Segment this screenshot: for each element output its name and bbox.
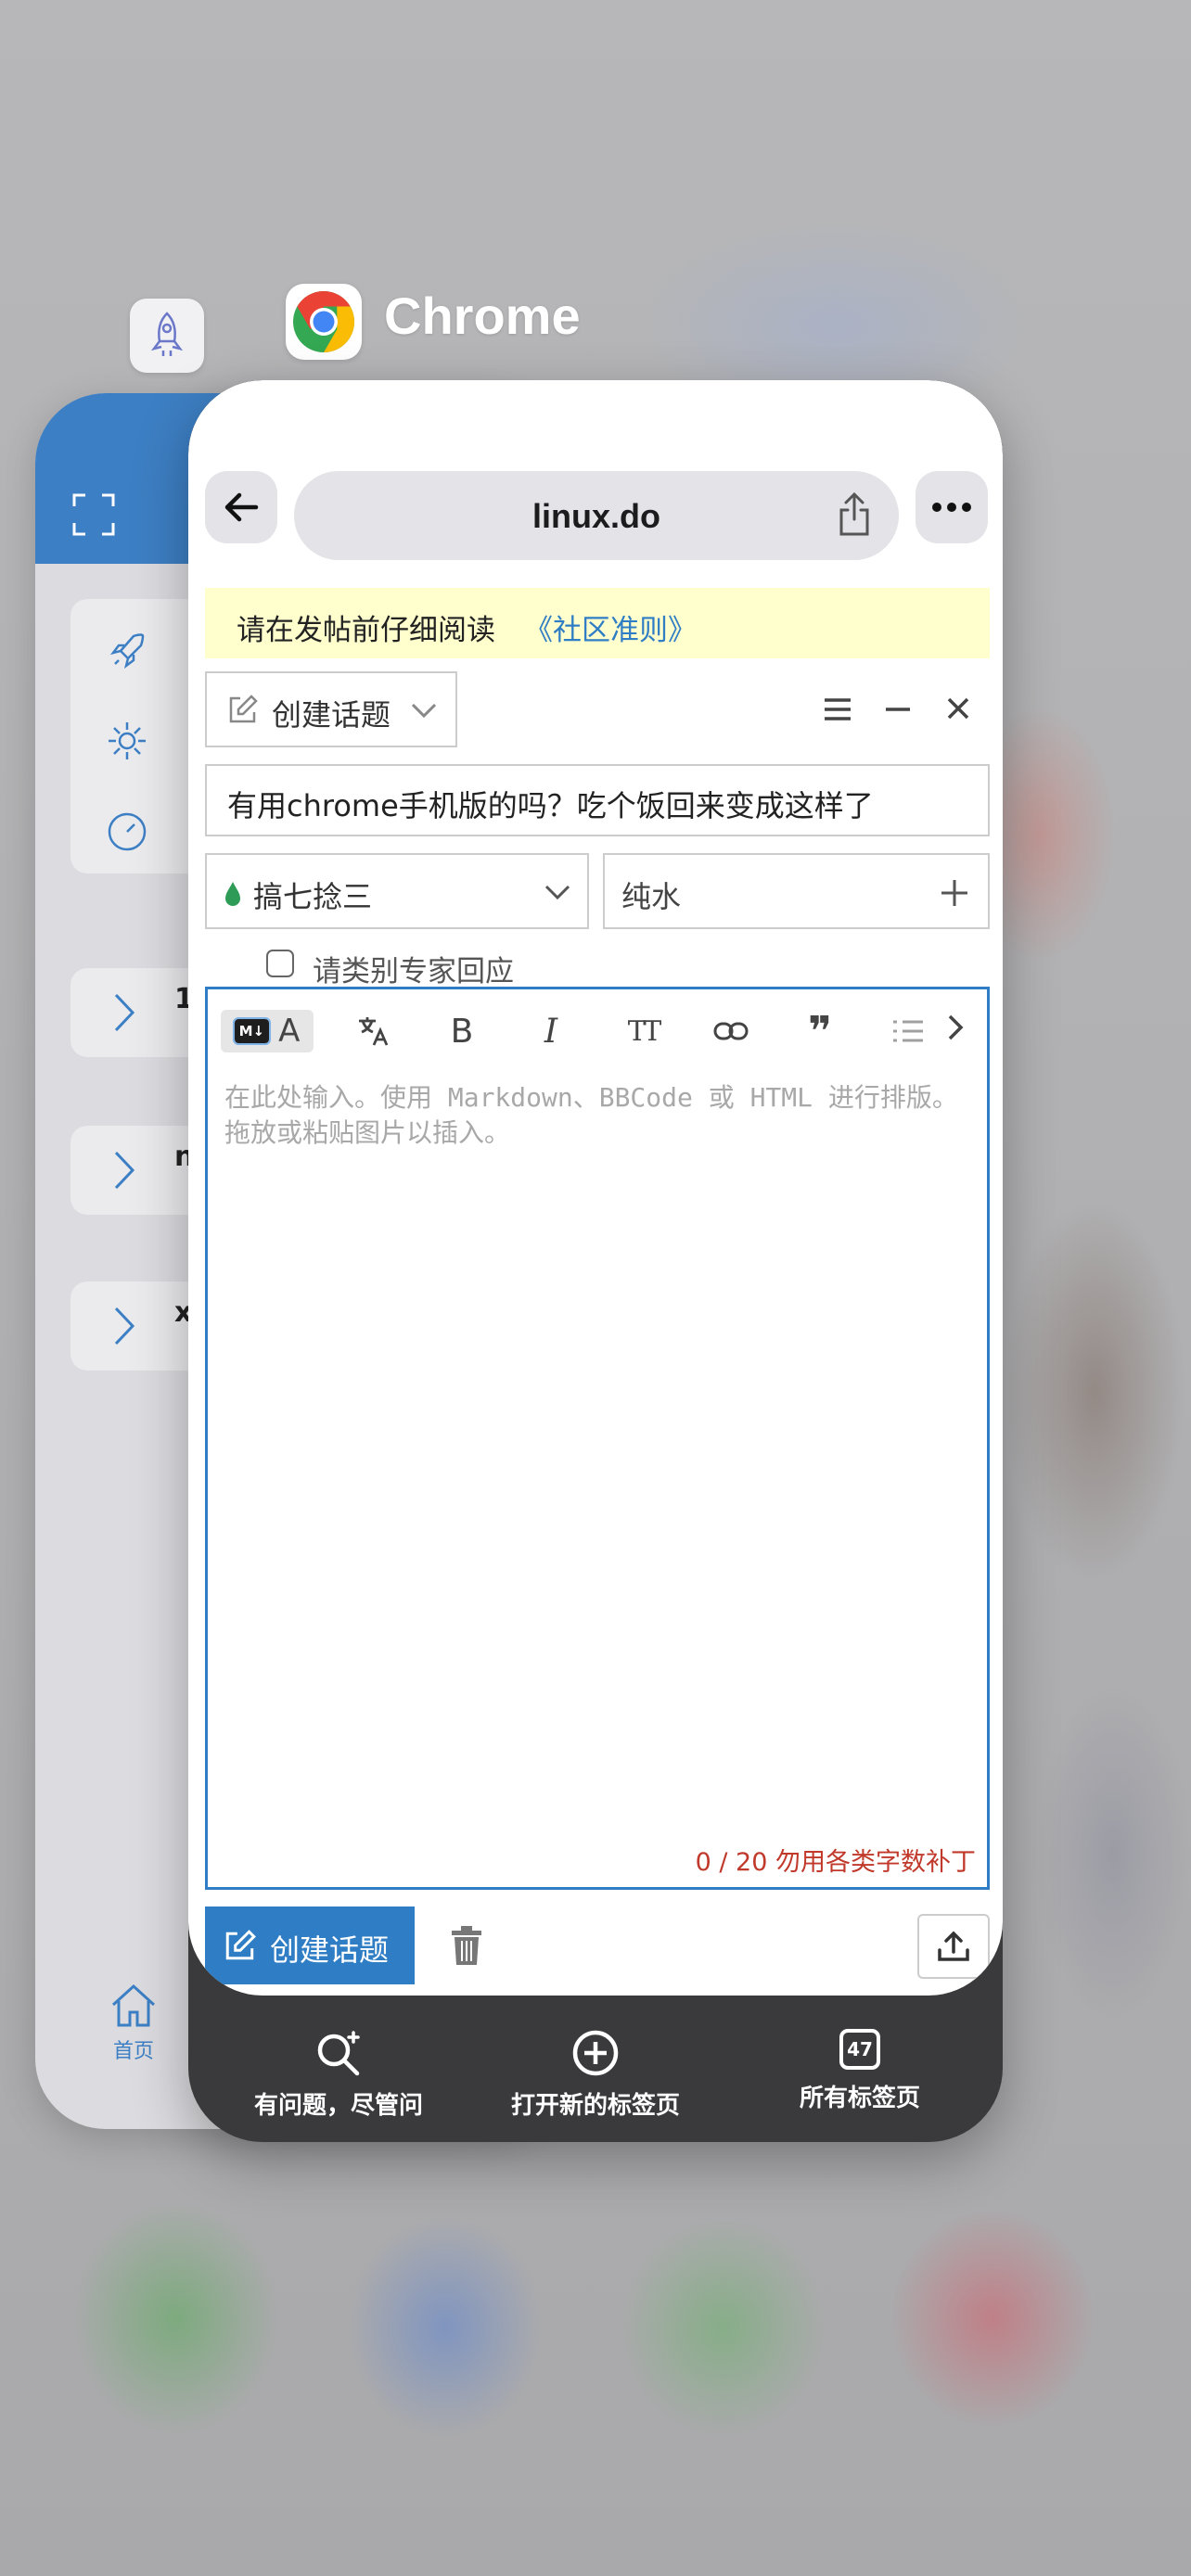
share-icon[interactable]: [836, 491, 873, 538]
chevron-right-icon: [114, 993, 135, 1032]
minimize-icon[interactable]: [886, 707, 910, 712]
all-tabs-label: 所有标签页: [799, 2085, 920, 2112]
ellipsis-icon: [932, 503, 971, 512]
bold-button[interactable]: B: [442, 1010, 482, 1052]
composer-actions: 创建话题: [205, 1906, 990, 1984]
italic-button[interactable]: I: [531, 1010, 571, 1052]
chevron-down-icon: [411, 703, 437, 719]
chevron-right-icon: [114, 1151, 135, 1190]
more-options-button[interactable]: [916, 471, 988, 543]
chevron-down-icon: [544, 885, 570, 900]
scan-icon: [72, 493, 115, 536]
close-icon[interactable]: [947, 697, 969, 720]
translate-icon: [359, 1017, 389, 1046]
expert-reply-checkbox[interactable]: [266, 950, 294, 977]
composer-header: 创建话题: [205, 671, 990, 749]
plus-icon[interactable]: [941, 879, 968, 907]
topic-title-input[interactable]: 有用chrome手机版的吗？吃个饭回来变成这样了: [205, 764, 990, 836]
app-title: Chrome: [384, 287, 581, 345]
category-drop-icon: [225, 882, 240, 906]
rich-text-icon: A: [278, 1013, 301, 1050]
chrome-bottom-bar: 有问题，尽管问 打开新的标签页 47 所有标签页: [188, 1996, 1003, 2142]
composer-action-select[interactable]: 创建话题: [205, 671, 457, 747]
gear-icon: [109, 722, 146, 759]
background-app-icon[interactable]: [130, 299, 204, 373]
expert-reply-label: 请类别专家回应: [313, 955, 514, 988]
browser-toolbar: linux.do: [205, 471, 988, 560]
editor-placeholder: 在此处输入。使用 Markdown、BBCode 或 HTML 进行排版。拖放或…: [224, 1082, 958, 1148]
topic-title-value: 有用chrome手机版的吗？吃个饭回来变成这样了: [227, 788, 874, 823]
all-tabs-button[interactable]: 47 所有标签页: [739, 2029, 980, 2113]
quote-button[interactable]: ❞: [800, 1007, 840, 1055]
category-select[interactable]: 搞七捻三: [205, 853, 589, 929]
chrome-app-card[interactable]: linux.do 请在发帖前仔细阅读 《社区准则》 创建话题 有用chrome手…: [188, 380, 1003, 2142]
translate-button[interactable]: [352, 1010, 393, 1052]
heading-icon: TT: [627, 1014, 662, 1048]
heading-button[interactable]: TT: [620, 1010, 666, 1052]
character-counter: 0 / 20 勿用各类字数补丁: [695, 1848, 976, 1877]
ask-button[interactable]: 有问题，尽管问: [218, 2029, 459, 2121]
quote-icon: ❞: [808, 1007, 832, 1055]
search-sparkle-icon: [317, 2031, 360, 2076]
upload-button[interactable]: [917, 1914, 990, 1979]
editor-toolbar: M↓ A B I TT ❞: [208, 989, 987, 1073]
link-icon: [713, 1022, 749, 1040]
new-tab-button[interactable]: 打开新的标签页: [475, 2029, 716, 2121]
toolbar-scroll-right[interactable]: [937, 1006, 974, 1049]
chevron-right-icon: [948, 1014, 964, 1040]
back-button[interactable]: [205, 471, 277, 543]
address-bar[interactable]: linux.do: [294, 471, 899, 560]
edit-icon: [225, 1930, 256, 1960]
ask-label: 有问题，尽管问: [253, 2092, 423, 2120]
create-topic-label: 创建话题: [270, 1932, 390, 1968]
home-icon: [111, 1983, 156, 2027]
tab-count-icon: 47: [839, 2029, 880, 2070]
notice-text: 请在发帖前仔细阅读: [237, 614, 495, 647]
category-label: 搞七捻三: [253, 879, 373, 914]
rocket-icon: [109, 633, 145, 670]
composer-action-label: 创建话题: [272, 697, 391, 733]
upload-icon: [938, 1931, 969, 1961]
markdown-icon: M↓: [232, 1017, 272, 1045]
rocket-icon: [150, 312, 184, 356]
guidelines-notice: 请在发帖前仔细阅读 《社区准则》: [205, 588, 990, 658]
bold-icon: B: [450, 1012, 474, 1051]
chevron-right-icon: [114, 1307, 135, 1345]
plus-circle-icon: [572, 2030, 619, 2076]
arrow-left-icon: [224, 492, 259, 522]
trash-icon[interactable]: [448, 1925, 485, 1966]
chrome-logo-icon[interactable]: [286, 284, 362, 360]
web-page: linux.do 请在发帖前仔细阅读 《社区准则》 创建话题 有用chrome手…: [188, 380, 1003, 1996]
create-topic-button[interactable]: 创建话题: [205, 1906, 415, 1984]
tag-value: 纯水: [621, 879, 682, 914]
tab-home-label: 首页: [112, 2040, 154, 2063]
guidelines-link[interactable]: 《社区准则》: [524, 606, 697, 648]
list-button[interactable]: [889, 1010, 926, 1052]
toggle-preview-icon[interactable]: [825, 697, 851, 721]
url-text: linux.do: [532, 497, 660, 535]
markdown-mode-toggle[interactable]: M↓ A: [221, 1010, 314, 1052]
link-button[interactable]: [711, 1010, 751, 1052]
tab-count: 47: [847, 2038, 873, 2060]
list-icon: [893, 1020, 923, 1042]
new-tab-label: 打开新的标签页: [510, 2092, 680, 2120]
tag-input[interactable]: 纯水: [603, 853, 990, 929]
speedometer-icon: [108, 812, 147, 851]
italic-icon: I: [544, 1012, 558, 1051]
edit-icon: [229, 695, 258, 723]
post-editor[interactable]: M↓ A B I TT ❞ 在此处输入。使用 Markdown、BBCode 或…: [205, 987, 990, 1890]
tab-home[interactable]: 首页: [109, 1983, 158, 2064]
